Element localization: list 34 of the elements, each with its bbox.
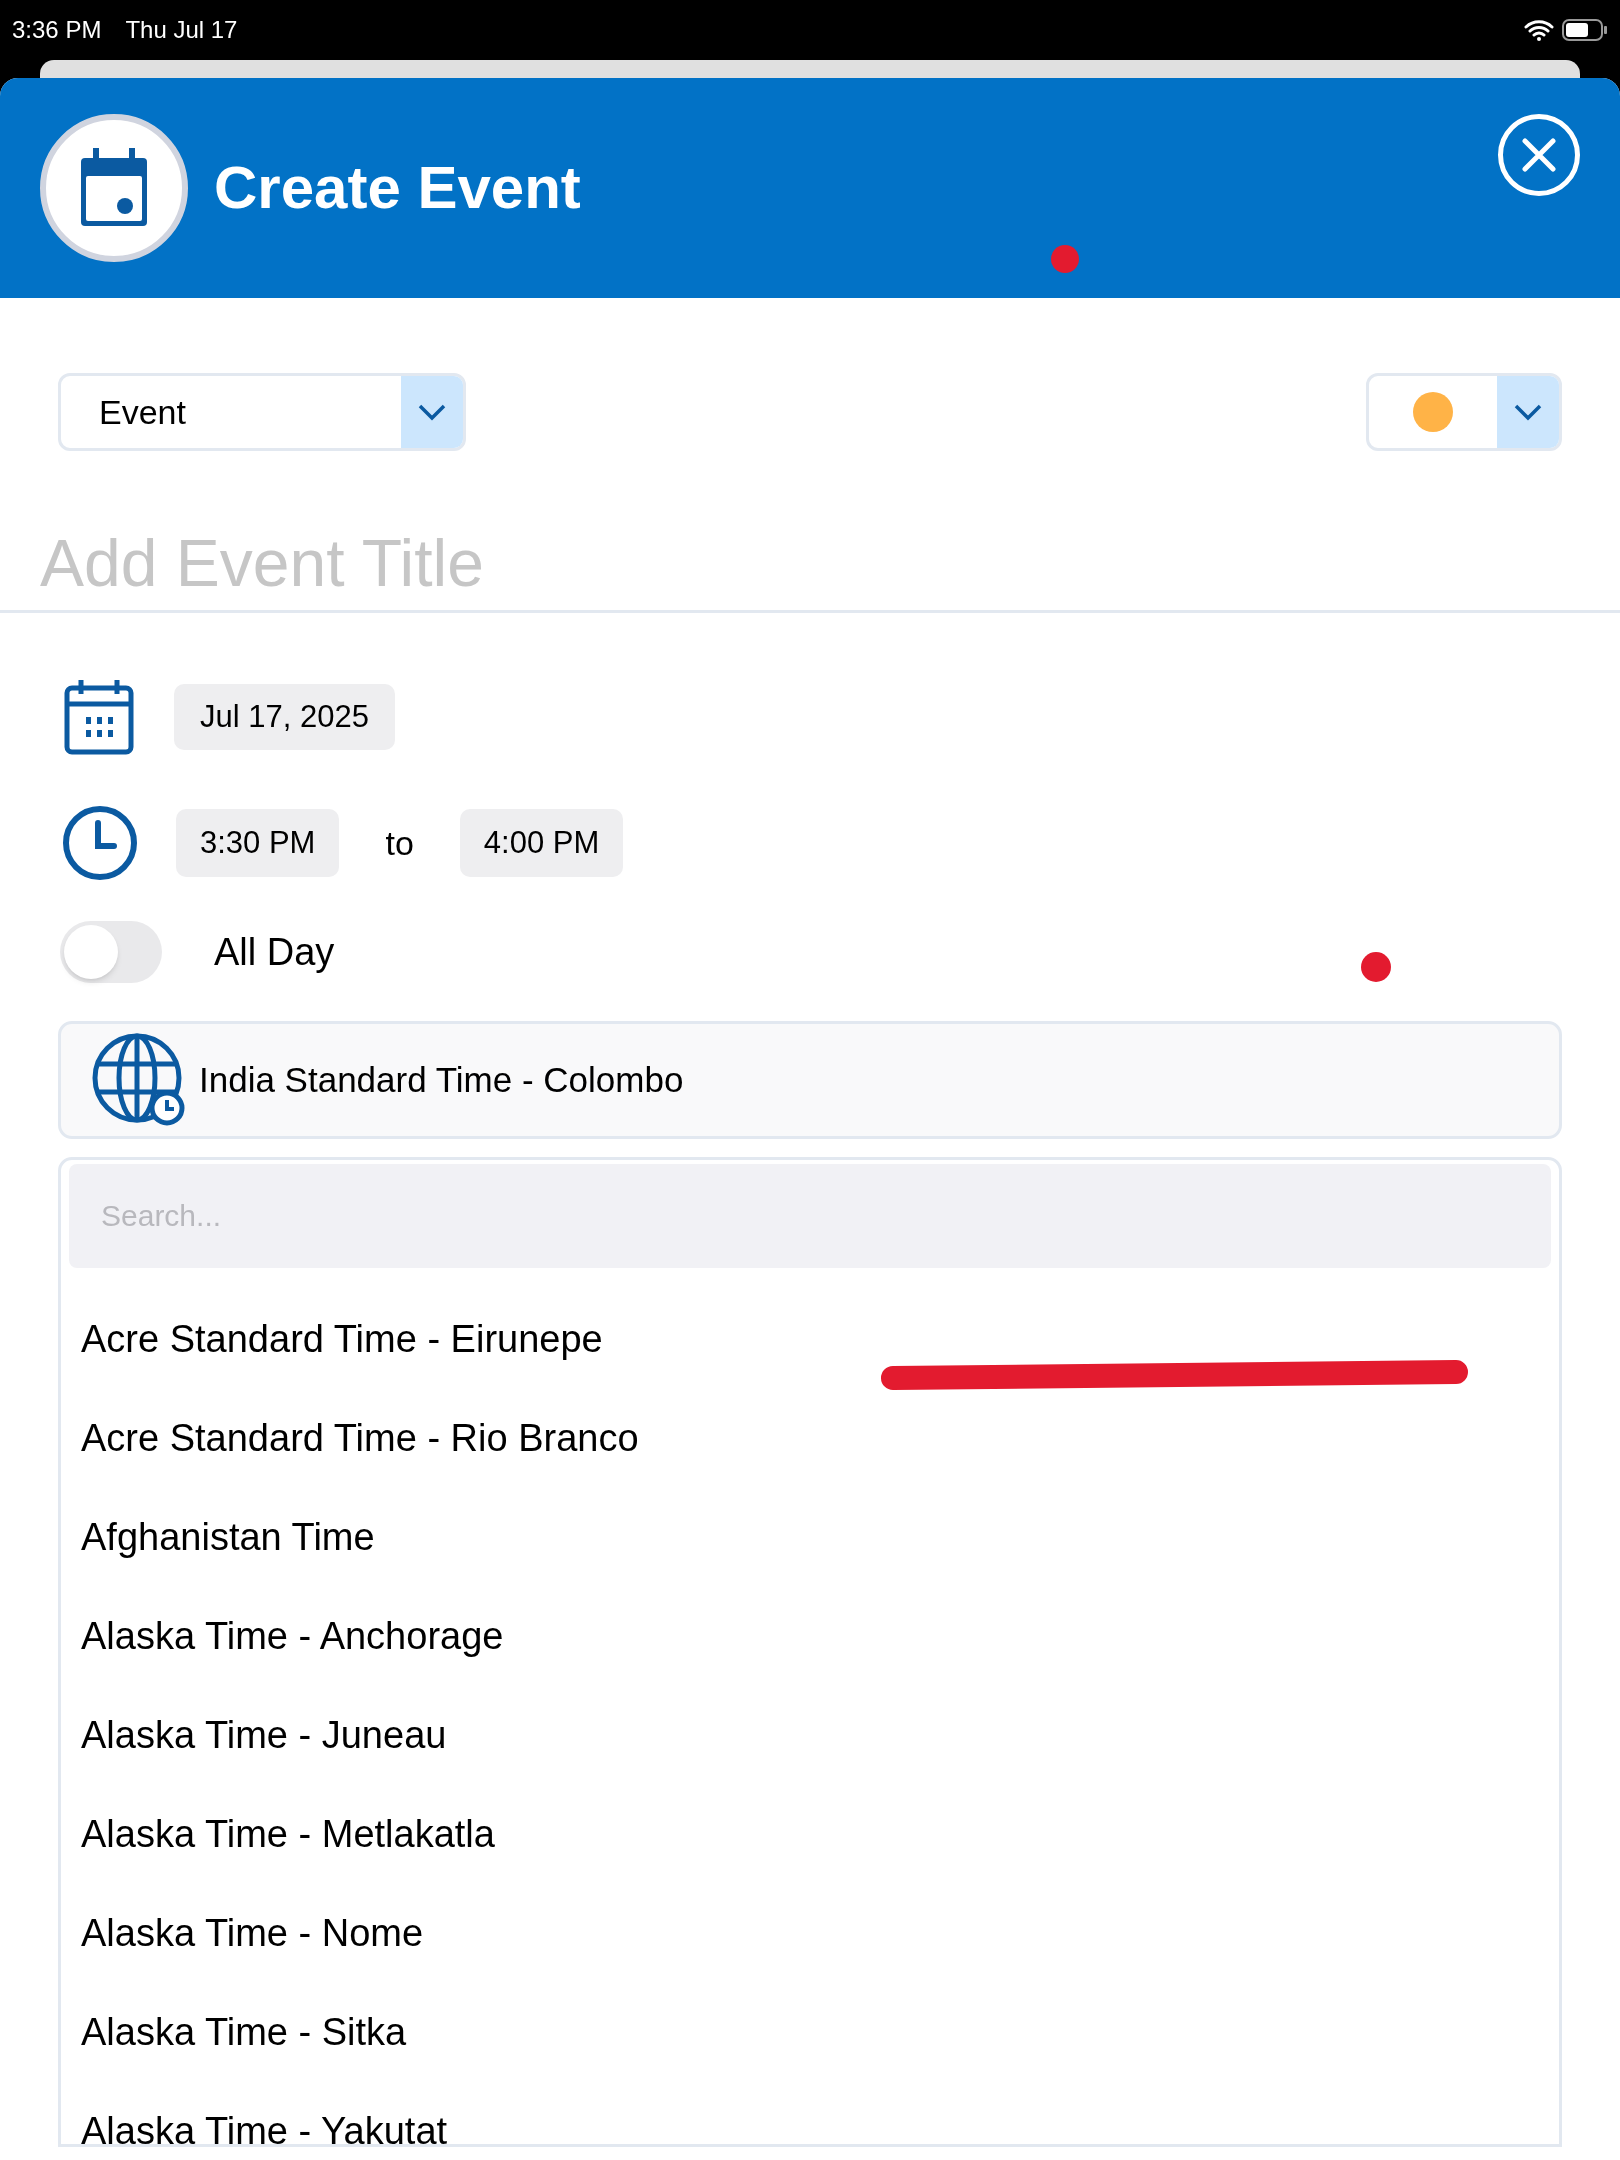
chevron-down-icon — [417, 403, 447, 421]
timezone-option[interactable]: Alaska Time - Yakutat — [69, 2082, 1551, 2144]
all-day-label: All Day — [214, 929, 335, 975]
status-date: Thu Jul 17 — [125, 15, 238, 45]
status-time: 3:36 PM — [12, 15, 102, 45]
annotation-dot — [1051, 245, 1079, 273]
wifi-icon — [1524, 19, 1554, 41]
date-button[interactable]: Jul 17, 2025 — [174, 684, 395, 750]
event-type-dropdown[interactable]: Event — [58, 373, 466, 451]
close-icon — [1521, 137, 1557, 173]
search-field[interactable]: Search... — [69, 1164, 1551, 1268]
end-time-button[interactable]: 4:00 PM — [459, 809, 624, 877]
timezone-option[interactable]: Afghanistan Time — [69, 1488, 1551, 1587]
timezone-option[interactable]: Acre Standard Time - Rio Branco — [69, 1389, 1551, 1488]
timezone-option[interactable]: Alaska Time - Nome — [69, 1884, 1551, 1983]
start-time-button[interactable]: 3:30 PM — [176, 809, 340, 877]
color-dropdown[interactable] — [1366, 373, 1562, 451]
annotation-dot — [1361, 952, 1391, 982]
timezone-option[interactable]: Alaska Time - Juneau — [69, 1686, 1551, 1785]
battery-icon — [1562, 18, 1608, 42]
timezone-selector[interactable]: India Standard Time - Colombo — [58, 1021, 1562, 1139]
chevron-down-icon — [1513, 403, 1543, 421]
timezone-option[interactable]: Alaska Time - Metlakatla — [69, 1785, 1551, 1884]
timezone-option[interactable]: Acre Standard Time - Eirunepe — [69, 1290, 1551, 1389]
timezone-option[interactable]: Alaska Time - Sitka — [69, 1983, 1551, 2082]
clock-icon — [62, 805, 138, 881]
globe-clock-icon — [91, 1032, 187, 1128]
time-separator: to — [385, 822, 414, 864]
timezone-option[interactable]: Alaska Time - Anchorage — [69, 1587, 1551, 1686]
calendar-icon — [64, 679, 134, 755]
header-title: Create Event — [214, 153, 581, 223]
timezone-value: India Standard Time - Colombo — [199, 1058, 684, 1101]
title-field[interactable]: Add Event Title — [0, 517, 1620, 613]
close-button[interactable] — [1498, 114, 1580, 196]
